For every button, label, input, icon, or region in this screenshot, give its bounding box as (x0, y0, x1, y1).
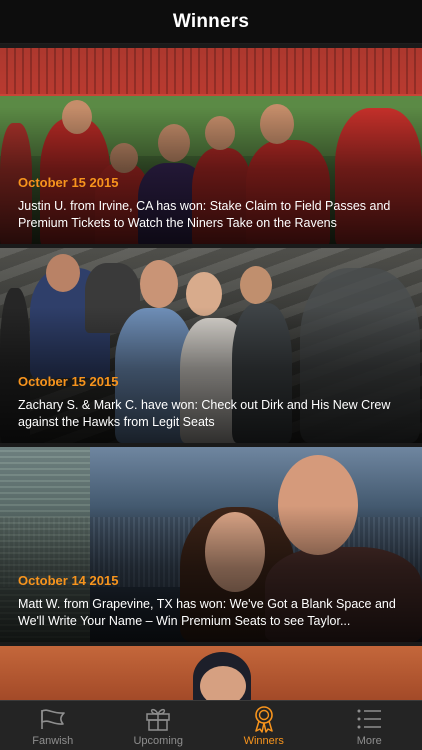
gift-icon (143, 706, 173, 732)
winner-card[interactable] (0, 646, 422, 700)
winner-card[interactable]: October 14 2015 Matt W. from Grapevine, … (0, 447, 422, 642)
winner-photo (0, 646, 422, 700)
tab-upcoming[interactable]: Upcoming (106, 701, 212, 750)
winners-feed[interactable]: October 15 2015 Justin U. from Irvine, C… (0, 44, 422, 700)
tab-label: Fanwish (32, 735, 74, 747)
flag-icon (38, 706, 68, 732)
winner-date: October 15 2015 (18, 175, 119, 190)
tab-label: Upcoming (133, 735, 184, 747)
winner-card[interactable]: October 15 2015 Justin U. from Irvine, C… (0, 48, 422, 244)
winner-card[interactable]: October 15 2015 Zachary S. & Mark C. hav… (0, 248, 422, 443)
navigation-bar: Winners (0, 0, 422, 44)
winner-description: Zachary S. & Mark C. have won: Check out… (18, 398, 391, 429)
winner-date: October 14 2015 (18, 573, 119, 588)
page-title: Winners (172, 10, 250, 32)
tab-fanwish[interactable]: Fanwish (0, 701, 106, 750)
tab-bar: Fanwish Upcoming Winners More (0, 700, 422, 750)
tab-winners[interactable]: Winners (211, 701, 317, 750)
winner-date: October 15 2015 (18, 374, 119, 389)
winner-description: Justin U. from Irvine, CA has won: Stake… (18, 199, 391, 230)
tab-more[interactable]: More (317, 701, 422, 750)
tab-label: Winners (243, 735, 284, 747)
tab-label: More (356, 735, 382, 747)
winner-description: Matt W. from Grapevine, TX has won: We'v… (18, 597, 396, 628)
list-icon (354, 706, 384, 732)
award-ribbon-icon (249, 706, 279, 733)
